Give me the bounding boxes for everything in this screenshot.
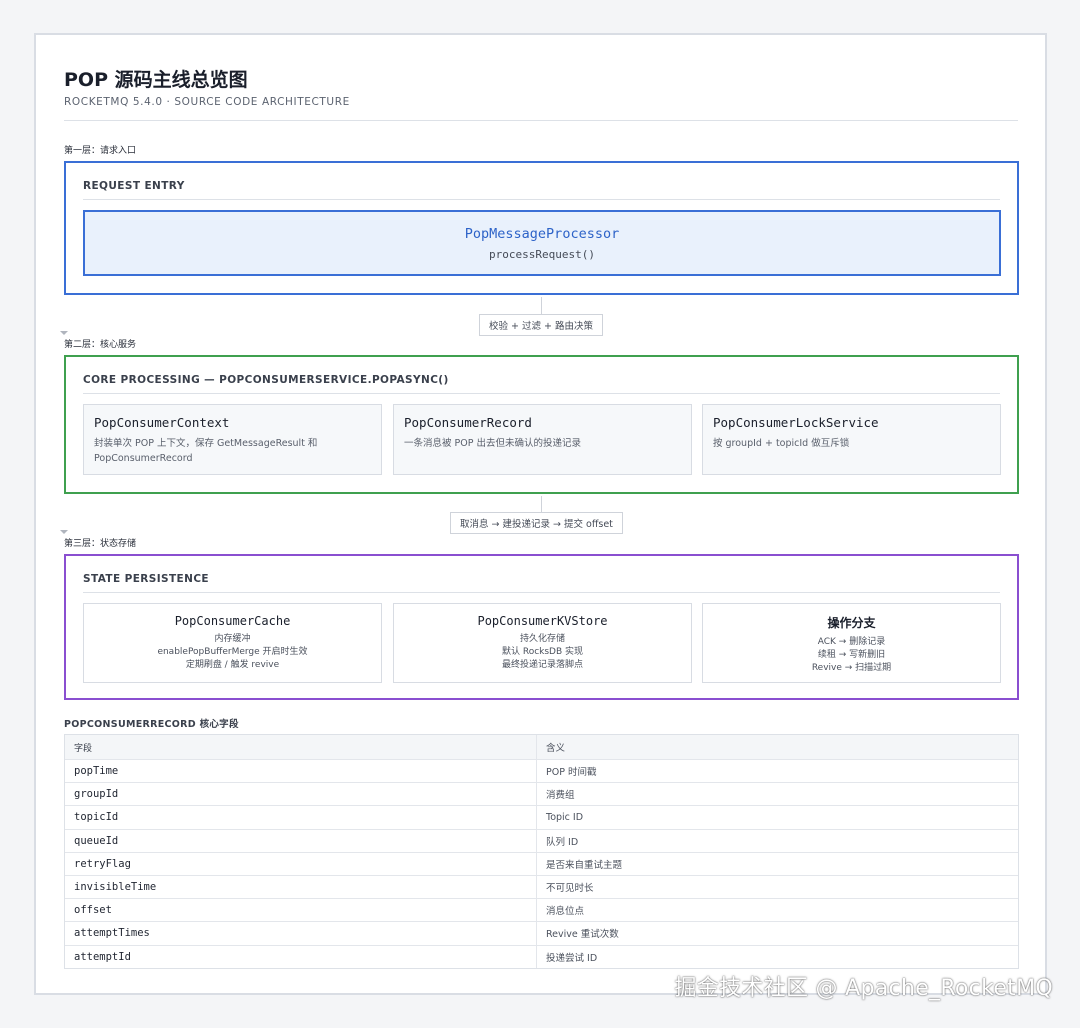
service-name: PopConsumerContext <box>94 415 230 430</box>
connector-label-1: 校验 + 过滤 + 路由决策 <box>479 314 603 336</box>
field-name: queueId <box>65 829 537 852</box>
store-line: 默认 RocksDB 实现 <box>501 646 584 657</box>
service-card-lock: PopConsumerLockService 按 groupId + topic… <box>702 404 1001 475</box>
store-name: 操作分支 <box>827 616 876 630</box>
frame-divider <box>83 393 1000 394</box>
table-row: offset 消息位点 <box>65 898 1018 922</box>
store-line: enablePopBufferMerge 开启时生效 <box>157 646 308 657</box>
field-meaning: 消费组 <box>546 790 575 802</box>
processor-name: PopMessageProcessor <box>464 226 620 242</box>
field-meaning: Revive 重试次数 <box>546 929 619 941</box>
column-header: 字段 <box>65 735 537 759</box>
store-line: 内存缓冲 <box>214 634 251 644</box>
layer-2-label: 第二层：核心服务 <box>64 340 137 350</box>
state-persistence-heading: STATE PERSISTENCE <box>83 573 209 585</box>
layer-3-label: 第三层：状态存储 <box>64 539 137 549</box>
table-row: invisibleTime 不可见时长 <box>65 874 1018 899</box>
store-line: 最终投递记录落脚点 <box>501 659 583 670</box>
header-divider <box>64 120 1018 121</box>
column-header: 含义 <box>546 743 566 754</box>
service-desc: 一条消息被 POP 出去但未确认的投递记录 <box>404 438 581 449</box>
store-line: 持久化存储 <box>519 634 565 644</box>
table-header-row: 字段 含义 <box>65 735 1018 759</box>
field-name: retryFlag <box>65 852 537 875</box>
service-card-context: PopConsumerContext 封装单次 POP 上下文，保存 GetMe… <box>83 404 382 475</box>
table-row: attemptTimes Revive 重试次数 <box>65 921 1018 945</box>
store-card-cache: PopConsumerCache 内存缓冲 enablePopBufferMer… <box>83 603 382 683</box>
store-line: 定期刷盘 / 触发 revive <box>185 659 280 670</box>
store-line: Revive → 扫描过期 <box>811 662 892 673</box>
table-row: retryFlag 是否来自重试主题 <box>65 851 1018 875</box>
frame-divider <box>83 592 1000 593</box>
pop-message-processor-box: PopMessageProcessor processRequest() <box>83 210 1001 276</box>
service-desc: 按 groupId + topicId 做互斥锁 <box>713 438 850 449</box>
caret-icon <box>60 530 68 534</box>
request-entry-frame: REQUEST ENTRY PopMessageProcessor proces… <box>64 161 1019 295</box>
field-name: invisibleTime <box>65 875 537 899</box>
processor-method: processRequest() <box>489 248 595 261</box>
field-meaning: 投递尝试 ID <box>546 952 598 964</box>
frame-divider <box>83 199 1000 200</box>
request-entry-heading: REQUEST ENTRY <box>83 180 185 192</box>
field-name: groupId <box>65 783 537 806</box>
state-persistence-frame: STATE PERSISTENCE PopConsumerCache 内存缓冲 … <box>64 554 1019 700</box>
field-name: attemptId <box>65 945 537 968</box>
service-card-record: PopConsumerRecord 一条消息被 POP 出去但未确认的投递记录 <box>393 404 692 475</box>
fields-table: 字段 含义 popTime POP 时间戳 groupId 消费组 topicI… <box>64 734 1019 969</box>
store-line: 续租 → 写新删旧 <box>817 649 886 660</box>
core-processing-heading: CORE PROCESSING — POPCONSUMERSERVICE.POP… <box>83 374 449 386</box>
store-line: ACK → 删除记录 <box>817 637 886 647</box>
field-meaning: 消息位点 <box>546 906 585 918</box>
page-title: POP 源码主线总览图 <box>64 69 248 91</box>
field-name: popTime <box>65 760 537 783</box>
layer-1-label: 第一层：请求入口 <box>64 146 137 156</box>
field-name: topicId <box>65 806 537 829</box>
table-row: queueId 队列 ID <box>65 828 1018 852</box>
field-meaning: 是否来自重试主题 <box>546 859 623 871</box>
service-name: PopConsumerRecord <box>404 415 532 430</box>
store-name: PopConsumerCache <box>174 614 291 628</box>
caret-icon <box>60 331 68 335</box>
field-meaning: 队列 ID <box>546 836 579 848</box>
table-row: popTime POP 时间戳 <box>65 759 1018 783</box>
watermark: 掘金技术社区 @ Apache_RocketMQ <box>674 976 1053 1001</box>
field-meaning: 不可见时长 <box>546 883 594 895</box>
field-name: attemptTimes <box>65 922 537 945</box>
store-card-kvstore: PopConsumerKVStore 持久化存储 默认 RocksDB 实现 最… <box>393 603 692 683</box>
service-desc: 封装单次 POP 上下文，保存 GetMessageResult 和 PopCo… <box>94 438 318 464</box>
store-name: PopConsumerKVStore <box>477 614 608 628</box>
table-row: topicId Topic ID <box>65 805 1018 829</box>
table-title: POPCONSUMERRECORD 核心字段 <box>64 719 239 730</box>
field-meaning: Topic ID <box>546 811 584 823</box>
table-row: groupId 消费组 <box>65 782 1018 806</box>
field-name: offset <box>65 899 537 922</box>
diagram-card: POP 源码主线总览图 ROCKETMQ 5.4.0 · SOURCE CODE… <box>34 33 1047 995</box>
service-name: PopConsumerLockService <box>713 415 879 430</box>
page-subtitle: ROCKETMQ 5.4.0 · SOURCE CODE ARCHITECTUR… <box>64 96 350 108</box>
store-card-operations: 操作分支 ACK → 删除记录 续租 → 写新删旧 Revive → 扫描过期 <box>702 603 1001 683</box>
connector-label-2: 取消息 → 建投递记录 → 提交 offset <box>450 512 623 534</box>
core-processing-frame: CORE PROCESSING — POPCONSUMERSERVICE.POP… <box>64 355 1019 494</box>
field-meaning: POP 时间戳 <box>546 767 597 779</box>
table-row: attemptId 投递尝试 ID <box>65 944 1018 968</box>
